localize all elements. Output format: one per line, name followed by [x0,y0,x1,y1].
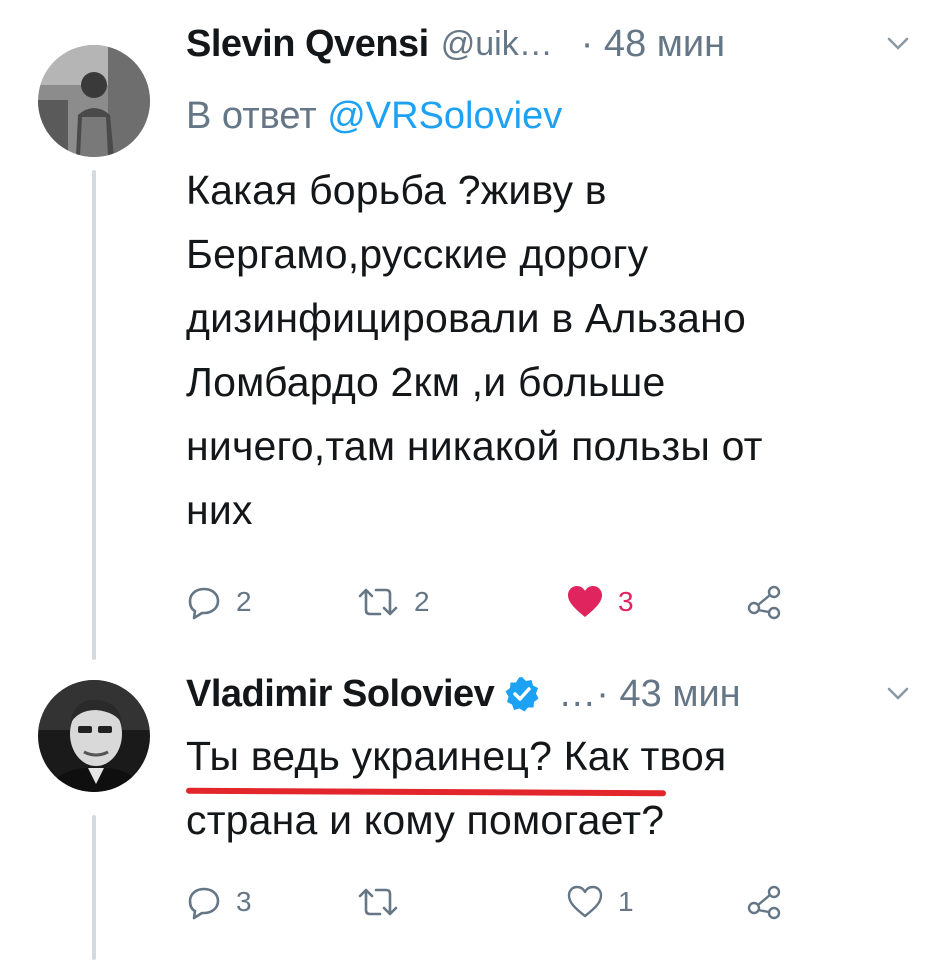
like-count: 3 [618,586,634,617]
share-icon [747,585,781,620]
thread-line-top [92,170,96,660]
verified-badge-icon [504,676,540,712]
retweet-button[interactable]: 2 [356,582,430,622]
tweet-time[interactable]: …· 43 мин [558,673,740,716]
reply-count: 3 [236,886,252,917]
retweet-count: 2 [414,586,430,617]
chevron-down-icon[interactable] [885,31,911,57]
avatar[interactable] [38,680,150,792]
thread-line-bottom [92,815,96,960]
like-count: 1 [618,886,634,917]
heart-filled-icon [568,586,602,617]
user-avatar-photo-icon [38,680,150,792]
tweet-actions: 2 2 3 [186,582,806,622]
retweet-icon [358,588,398,616]
avatar[interactable] [38,45,150,157]
like-button[interactable]: 3 [566,582,634,622]
retweet-button[interactable] [356,882,414,922]
tweet-text: Какая борьба ?живу в Бергамо,русские дор… [186,167,763,533]
share-button[interactable] [746,882,784,922]
user-avatar-photo-icon [38,45,150,157]
reply-icon [188,887,220,920]
reply-icon [188,587,220,620]
reply-to-mention[interactable]: @VRSoloviev [327,95,562,137]
tweet-header: Vladimir Soloviev …· 43 мин [186,672,911,716]
author-name[interactable]: Vladimir Soloviev [186,673,495,716]
reply-button[interactable]: 2 [186,582,252,622]
reply-to-prefix: В ответ [186,95,328,137]
tweet-header: Slevin Qvensi @uik… · 48 мин [186,22,911,66]
heart-outline-icon [567,885,603,918]
reply-to: В ответ @VRSoloviev [186,95,562,138]
like-button[interactable]: 1 [566,882,634,922]
reply-count: 2 [236,586,252,617]
share-icon [747,885,781,920]
share-button[interactable] [746,582,784,622]
retweet-icon [358,888,398,916]
author-handle[interactable]: @uik… [441,25,553,64]
author-name[interactable]: Slevin Qvensi [186,23,429,66]
chevron-down-icon[interactable] [885,681,911,707]
tweet-time[interactable]: · 48 мин [581,23,725,66]
reply-button[interactable]: 3 [186,882,252,922]
tweet-actions: 3 1 [186,882,806,922]
